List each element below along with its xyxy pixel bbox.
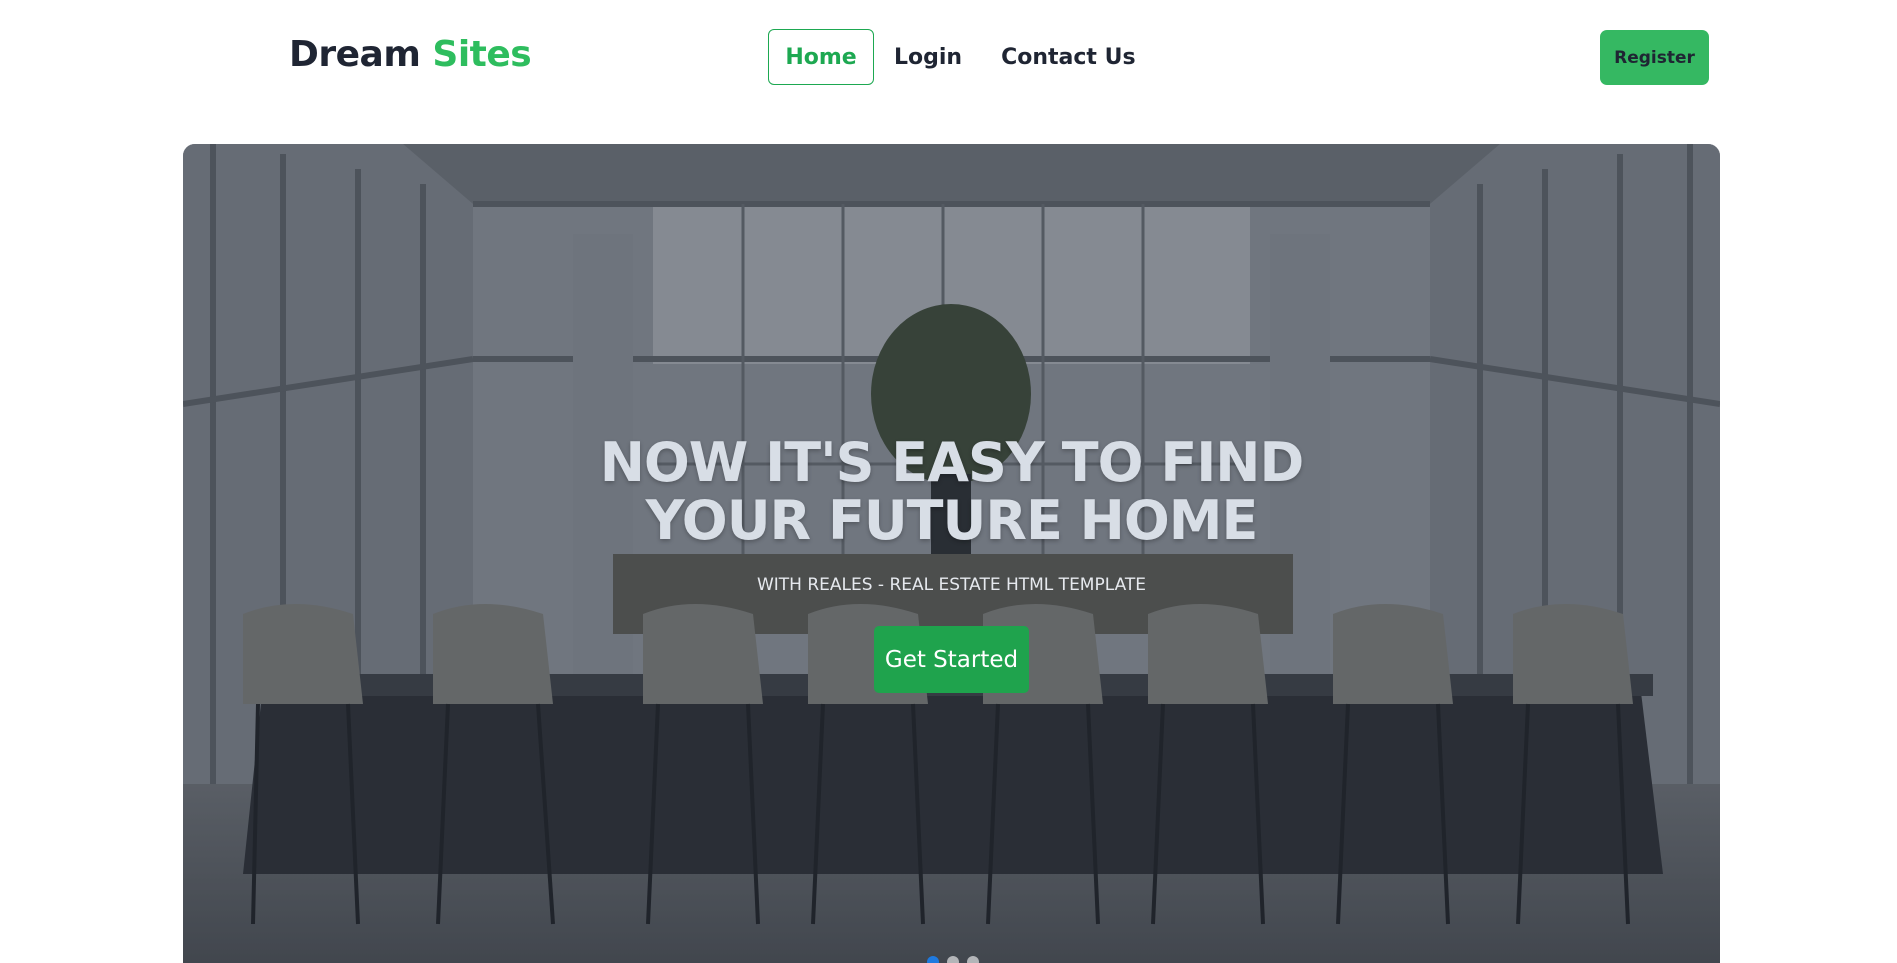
carousel-indicator-1[interactable] xyxy=(927,956,939,963)
hero-title-line1: NOW IT'S EASY TO FIND xyxy=(599,431,1305,494)
carousel-indicator-3[interactable] xyxy=(967,956,979,963)
hero-banner: NOW IT'S EASY TO FIND YOUR FUTURE HOME W… xyxy=(183,144,1720,963)
get-started-button[interactable]: Get Started xyxy=(874,626,1029,693)
register-button[interactable]: Register xyxy=(1600,30,1709,85)
brand-logo[interactable]: Dream Sites xyxy=(289,34,532,75)
brand-name-part2: Sites xyxy=(432,34,532,75)
nav-link-login[interactable]: Login xyxy=(894,45,962,70)
hero-subtitle: WITH REALES - REAL ESTATE HTML TEMPLATE xyxy=(756,575,1147,595)
main-nav: Home Login Contact Us xyxy=(768,29,1136,85)
navbar: Dream Sites Home Login Contact Us Regist… xyxy=(0,0,1897,116)
hero-overlay xyxy=(183,144,1720,963)
hero-title: NOW IT'S EASY TO FIND YOUR FUTURE HOME xyxy=(183,434,1720,550)
carousel-indicator-2[interactable] xyxy=(947,956,959,963)
hero-title-line2: YOUR FUTURE HOME xyxy=(645,489,1259,552)
brand-name-part1: Dream xyxy=(289,34,421,75)
carousel-indicators xyxy=(927,956,979,963)
nav-link-contact-us[interactable]: Contact Us xyxy=(1001,45,1135,70)
nav-link-home[interactable]: Home xyxy=(768,29,874,85)
